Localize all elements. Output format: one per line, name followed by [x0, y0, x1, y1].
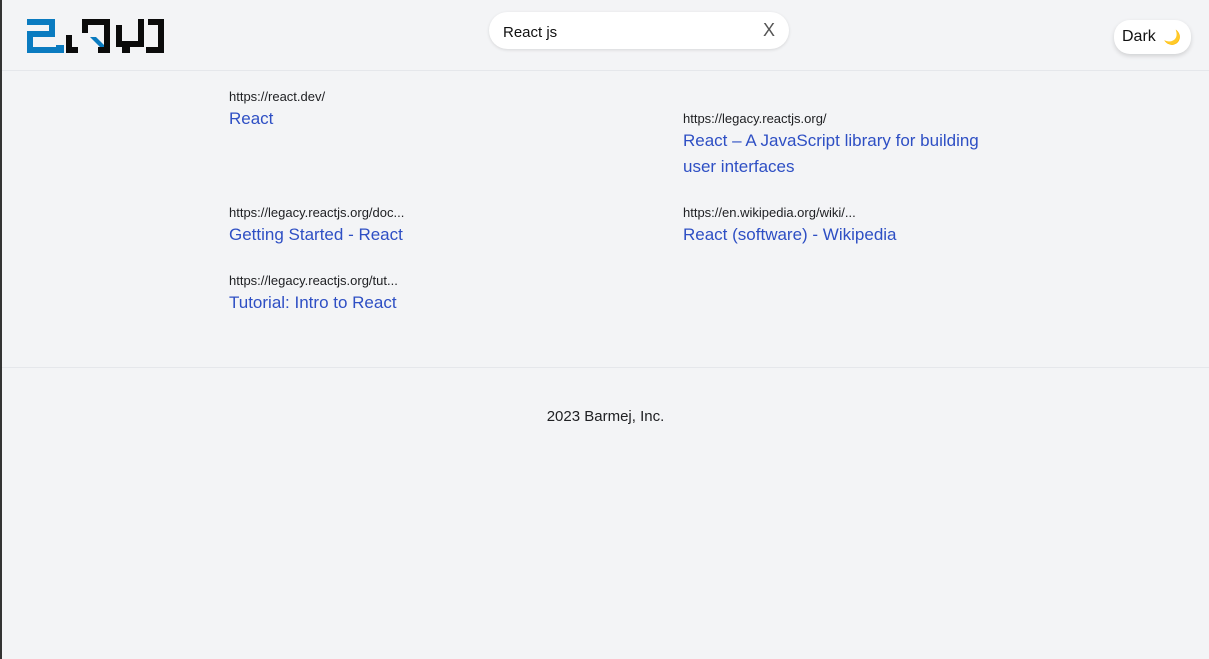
result-title-link[interactable]: React (software) - Wikipedia: [683, 222, 983, 248]
search-result: https://react.dev/ React: [229, 89, 559, 132]
moon-icon: 🌙: [1163, 28, 1182, 45]
result-url[interactable]: https://en.wikipedia.org/wiki/...: [683, 205, 983, 220]
header: X Dark 🌙: [2, 0, 1209, 71]
search-result: https://legacy.reactjs.org/tut... Tutori…: [229, 273, 409, 316]
search-result: https://legacy.reactjs.org/doc... Gettin…: [229, 205, 409, 248]
result-title-link[interactable]: Tutorial: Intro to React: [229, 290, 409, 316]
footer-divider: [2, 367, 1209, 368]
footer-copyright: 2023 Barmej, Inc.: [546, 408, 665, 425]
search-result: https://legacy.reactjs.org/ React – A Ja…: [683, 111, 983, 180]
result-title-link[interactable]: React: [229, 106, 559, 132]
search-input[interactable]: [501, 20, 755, 44]
dark-mode-label: Dark: [1122, 28, 1156, 45]
result-url[interactable]: https://legacy.reactjs.org/tut...: [229, 273, 409, 288]
result-title-link[interactable]: React – A JavaScript library for buildin…: [683, 128, 983, 180]
result-title-link[interactable]: Getting Started - React: [229, 222, 409, 248]
search-result: https://en.wikipedia.org/wiki/... React …: [683, 205, 983, 248]
result-url[interactable]: https://react.dev/: [229, 89, 559, 104]
result-url[interactable]: https://legacy.reactjs.org/: [683, 111, 983, 126]
barmej-logo[interactable]: [26, 17, 166, 55]
clear-search-button[interactable]: X: [763, 19, 775, 41]
result-url[interactable]: https://legacy.reactjs.org/doc...: [229, 205, 409, 220]
dark-mode-toggle[interactable]: Dark 🌙: [1114, 20, 1191, 54]
search-box: X: [489, 12, 789, 49]
